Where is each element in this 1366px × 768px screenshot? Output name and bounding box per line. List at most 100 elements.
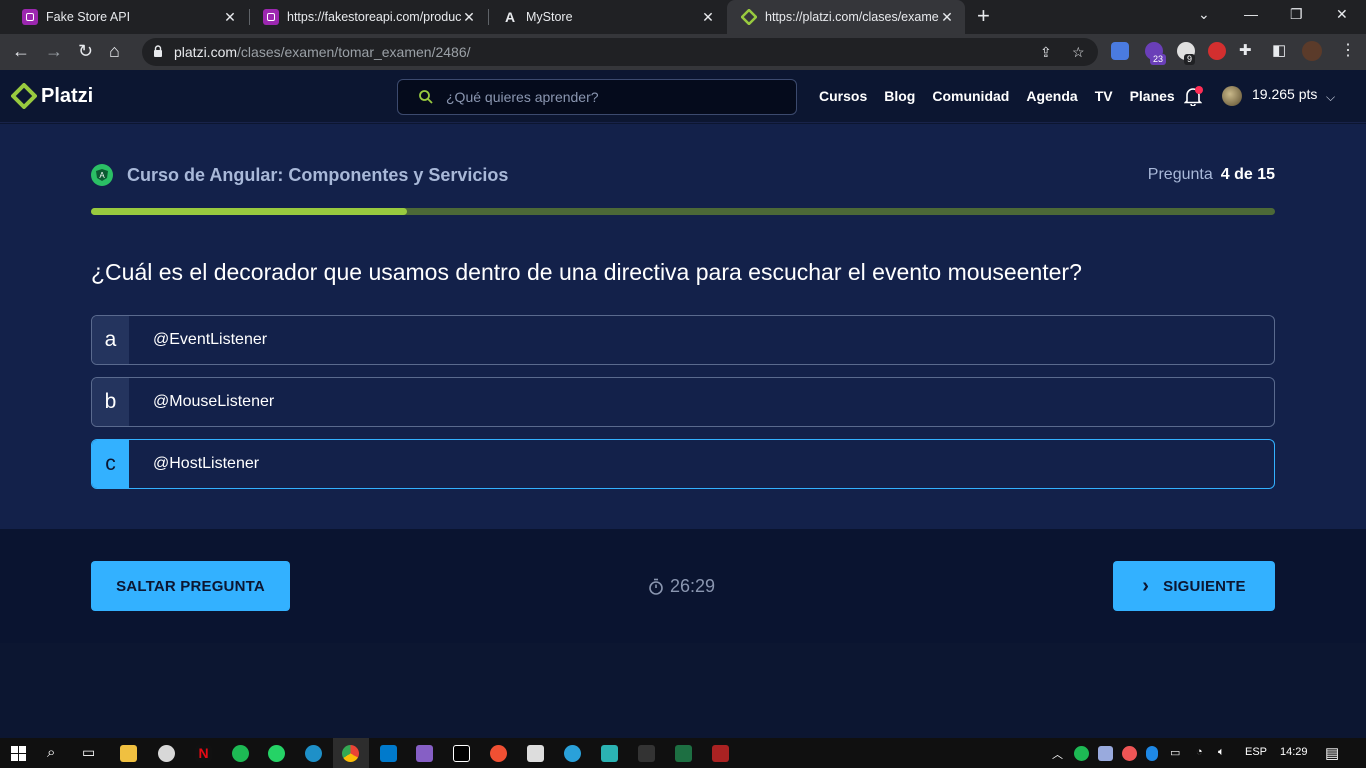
close-tab-icon[interactable]: ✕ bbox=[461, 9, 477, 26]
file-explorer-icon[interactable] bbox=[120, 745, 137, 762]
whatsapp-icon[interactable] bbox=[268, 745, 285, 762]
new-tab-icon[interactable]: + bbox=[977, 5, 990, 27]
side-panel-icon[interactable]: ◧ bbox=[1272, 41, 1286, 61]
fakestore-favicon-icon bbox=[263, 9, 279, 25]
chrome-tray-icon[interactable] bbox=[1122, 746, 1137, 761]
logo-text: Platzi bbox=[41, 84, 94, 107]
lock-icon bbox=[154, 45, 162, 57]
user-avatar[interactable] bbox=[1222, 86, 1242, 106]
bookmark-star-icon[interactable]: ☆ bbox=[1072, 44, 1085, 61]
answer-option-a[interactable]: a @EventListener bbox=[91, 315, 1275, 365]
browser-tab[interactable]: https://fakestoreapi.com/product ✕ bbox=[249, 0, 487, 34]
tab-search-icon[interactable]: ⌄ bbox=[1198, 6, 1210, 23]
platzi-logo[interactable]: Platzi bbox=[11, 83, 93, 109]
nav-blog[interactable]: Blog bbox=[884, 88, 915, 104]
bluetooth-icon[interactable] bbox=[1146, 746, 1158, 761]
stopwatch-icon bbox=[649, 578, 663, 595]
docker-tray-icon[interactable] bbox=[1098, 746, 1113, 761]
spotify-icon[interactable] bbox=[232, 745, 249, 762]
edge-icon[interactable] bbox=[305, 745, 322, 762]
puzzle-extensions-icon[interactable]: ✚ bbox=[1239, 41, 1252, 61]
progress-bar-fill bbox=[91, 208, 408, 215]
platzi-favicon-icon bbox=[741, 9, 757, 25]
platzi-logo-icon bbox=[11, 83, 37, 109]
intellij-icon[interactable] bbox=[453, 745, 470, 762]
main-nav: Cursos Blog Comunidad Agenda TV Planes bbox=[819, 88, 1192, 104]
wifi-icon[interactable]: ◔ bbox=[1196, 746, 1203, 758]
skip-question-button[interactable]: SALTAR PREGUNTA bbox=[91, 561, 290, 611]
profile-avatar[interactable] bbox=[1302, 41, 1322, 61]
url-host: platzi.com bbox=[174, 44, 238, 60]
chevron-down-icon[interactable]: ⌵ bbox=[1326, 90, 1335, 105]
clock[interactable]: 14:29 bbox=[1280, 746, 1308, 758]
answer-option-c[interactable]: c @HostListener bbox=[91, 439, 1275, 489]
terminal-icon[interactable] bbox=[638, 745, 655, 762]
counter-label: Pregunta bbox=[1147, 166, 1213, 183]
nav-planes[interactable]: Planes bbox=[1130, 88, 1175, 104]
vscode-icon[interactable] bbox=[380, 745, 397, 762]
back-icon[interactable]: ← bbox=[12, 41, 30, 61]
browser-tab-active[interactable]: https://platzi.com/clases/examen ✕ bbox=[727, 0, 965, 34]
reload-icon[interactable]: ↻ bbox=[78, 41, 93, 61]
user-points[interactable]: 19.265 pts bbox=[1252, 86, 1317, 102]
browser-tab[interactable]: A MyStore ✕ bbox=[488, 0, 726, 34]
search-icon bbox=[419, 90, 433, 104]
translate-extension-icon[interactable] bbox=[1111, 42, 1129, 60]
nav-tv[interactable]: TV bbox=[1095, 88, 1113, 104]
home-icon[interactable]: ⌂ bbox=[109, 41, 120, 61]
tab-title: https://fakestoreapi.com/product bbox=[287, 10, 461, 24]
extension-badge: 9 bbox=[1184, 54, 1196, 65]
close-tab-icon[interactable]: ✕ bbox=[222, 9, 238, 26]
svg-text:A: A bbox=[99, 171, 105, 180]
nav-cursos[interactable]: Cursos bbox=[819, 88, 867, 104]
close-tab-icon[interactable]: ✕ bbox=[700, 9, 716, 26]
nav-agenda[interactable]: Agenda bbox=[1026, 88, 1077, 104]
site-header: Platzi ¿Qué quieres aprender? Cursos Blo… bbox=[0, 70, 1366, 123]
notifications-icon[interactable]: ▤ bbox=[1325, 744, 1339, 762]
app-icon[interactable] bbox=[527, 745, 544, 762]
winrar-icon[interactable] bbox=[712, 745, 729, 762]
forward-icon[interactable]: → bbox=[45, 41, 63, 61]
telegram-icon[interactable] bbox=[564, 745, 581, 762]
option-letter: a bbox=[92, 316, 129, 364]
close-tab-icon[interactable]: ✕ bbox=[939, 9, 955, 26]
battery-icon[interactable]: ▭ bbox=[1170, 746, 1180, 759]
next-label: SIGUIENTE bbox=[1163, 577, 1246, 595]
excel-icon[interactable] bbox=[675, 745, 692, 762]
next-button[interactable]: › SIGUIENTE bbox=[1113, 561, 1275, 611]
browser-tab[interactable]: Fake Store API ✕ bbox=[8, 0, 248, 34]
address-bar[interactable]: platzi.com/clases/examen/tomar_examen/24… bbox=[142, 38, 1098, 66]
tab-title: MyStore bbox=[526, 10, 573, 24]
netflix-icon[interactable]: N bbox=[195, 745, 212, 762]
volume-icon[interactable]: 🔈︎ bbox=[1218, 746, 1225, 759]
answer-option-b[interactable]: b @MouseListener bbox=[91, 377, 1275, 427]
page-background bbox=[0, 643, 1366, 737]
minimize-icon[interactable]: — bbox=[1244, 6, 1258, 22]
task-view-icon[interactable]: ▭ bbox=[82, 744, 95, 761]
postman-icon[interactable] bbox=[490, 745, 507, 762]
chrome-icon[interactable] bbox=[342, 745, 359, 762]
app-icon[interactable] bbox=[158, 745, 175, 762]
url-path: /clases/examen/tomar_examen/2486/ bbox=[237, 44, 471, 60]
tab-title: https://platzi.com/clases/examen bbox=[765, 10, 939, 24]
close-window-icon[interactable]: ✕ bbox=[1336, 6, 1348, 23]
share-icon[interactable]: ⇪ bbox=[1040, 44, 1052, 61]
search-placeholder: ¿Qué quieres aprender? bbox=[446, 89, 599, 105]
visual-studio-icon[interactable] bbox=[416, 745, 433, 762]
windows-start-icon[interactable] bbox=[11, 746, 26, 761]
menu-kebab-icon[interactable]: ⋮ bbox=[1340, 41, 1356, 61]
fakestore-favicon-icon bbox=[22, 9, 38, 25]
question-text: ¿Cuál es el decorador que usamos dentro … bbox=[91, 259, 1082, 285]
search-icon[interactable]: ⌕ bbox=[47, 744, 55, 761]
nav-comunidad[interactable]: Comunidad bbox=[932, 88, 1009, 104]
timer-value: 26:29 bbox=[670, 576, 716, 596]
spotify-tray-icon[interactable] bbox=[1074, 746, 1089, 761]
extension-badge: 23 bbox=[1150, 54, 1167, 65]
adblock-extension-icon[interactable] bbox=[1208, 42, 1226, 60]
restore-icon[interactable]: ❐ bbox=[1290, 6, 1303, 23]
language-indicator[interactable]: ESP bbox=[1245, 746, 1267, 758]
search-input[interactable]: ¿Qué quieres aprender? bbox=[397, 79, 797, 115]
app-icon[interactable] bbox=[601, 745, 618, 762]
tray-overflow-icon[interactable]: ︿ bbox=[1052, 746, 1063, 762]
option-letter: b bbox=[92, 378, 129, 426]
